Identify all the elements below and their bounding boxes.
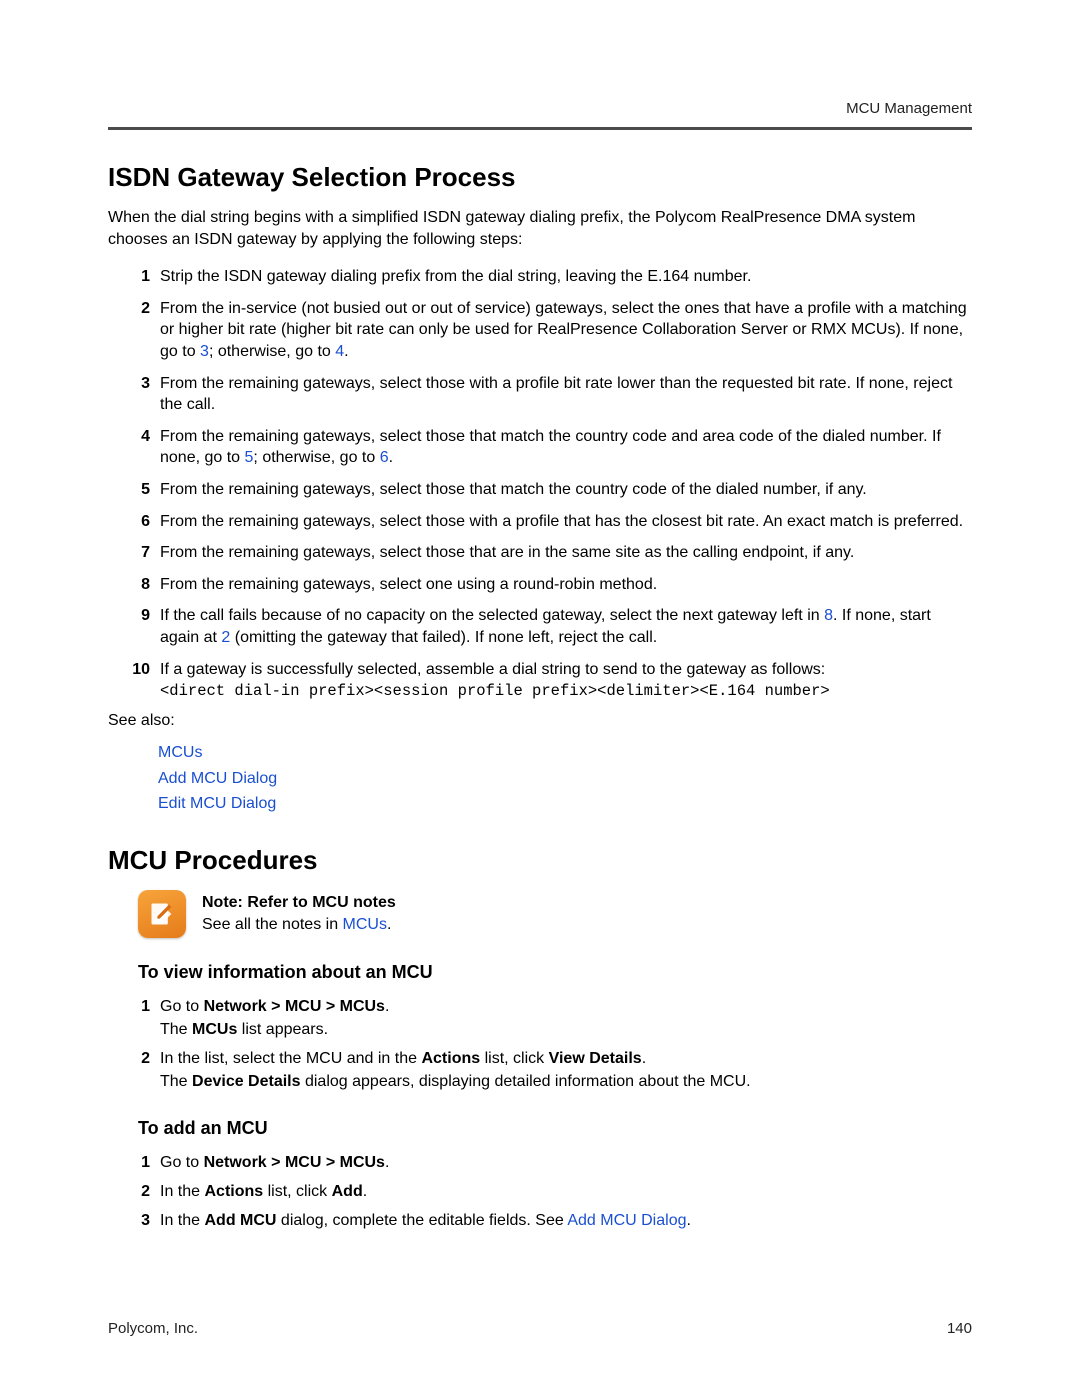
isdn-intro: When the dial string begins with a simpl…: [108, 207, 972, 250]
add-mcu-steps: 1Go to Network > MCU > MCUs. 2In the Act…: [108, 1151, 972, 1233]
note-icon: [138, 890, 186, 938]
step-text: From the remaining gateways, select thos…: [160, 426, 972, 469]
list-item: 6From the remaining gateways, select tho…: [108, 511, 972, 533]
add-mcu-dialog-link[interactable]: Add MCU Dialog: [567, 1212, 686, 1229]
step-crossref-link[interactable]: 3: [200, 343, 209, 360]
add-mcu-title: To add an MCU: [138, 1118, 972, 1139]
footer-company: Polycom, Inc.: [108, 1320, 198, 1337]
step-text: From the remaining gateways, select thos…: [160, 542, 972, 564]
note-body: See all the notes in MCUs.: [202, 914, 396, 936]
code-snippet: <direct dial-in prefix><session profile …: [160, 682, 830, 700]
list-item: 5From the remaining gateways, select tho…: [108, 479, 972, 501]
note-text: Note: Refer to MCU notes See all the not…: [202, 890, 396, 937]
note-title: Note: Refer to MCU notes: [202, 892, 396, 914]
see-also-label: See also:: [108, 712, 972, 730]
list-item: 4From the remaining gateways, select tho…: [108, 426, 972, 469]
step-text: Strip the ISDN gateway dialing prefix fr…: [160, 266, 972, 288]
step-text: Go to Network > MCU > MCUs.: [160, 1151, 972, 1174]
step-text: If a gateway is successfully selected, a…: [160, 659, 972, 703]
list-item: 3In the Add MCU dialog, complete the edi…: [108, 1209, 972, 1232]
list-item: 1Go to Network > MCU > MCUs.: [108, 1151, 972, 1174]
step-crossref-link[interactable]: 6: [380, 449, 389, 466]
view-mcu-title: To view information about an MCU: [138, 962, 972, 983]
see-also-link-add-mcu[interactable]: Add MCU Dialog: [158, 766, 972, 792]
step-text: From the remaining gateways, select thos…: [160, 373, 972, 416]
step-text: From the in-service (not busied out or o…: [160, 298, 972, 363]
list-item: 1Strip the ISDN gateway dialing prefix f…: [108, 266, 972, 288]
list-item: 10If a gateway is successfully selected,…: [108, 659, 972, 703]
list-item: 1Go to Network > MCU > MCUs.The MCUs lis…: [108, 995, 972, 1041]
footer-page-number: 140: [947, 1320, 972, 1337]
note-link-mcus[interactable]: MCUs: [343, 916, 387, 933]
isdn-steps-list: 1Strip the ISDN gateway dialing prefix f…: [108, 266, 972, 702]
step-text: Go to Network > MCU > MCUs.The MCUs list…: [160, 995, 972, 1041]
header-section-label: MCU Management: [846, 100, 972, 117]
view-mcu-steps: 1Go to Network > MCU > MCUs.The MCUs lis…: [108, 995, 972, 1094]
list-item: 9If the call fails because of no capacit…: [108, 605, 972, 648]
step-text: From the remaining gateways, select thos…: [160, 479, 972, 501]
see-also-link-mcus[interactable]: MCUs: [158, 740, 972, 766]
step-text: In the list, select the MCU and in the A…: [160, 1047, 972, 1093]
procedures-title: MCU Procedures: [108, 845, 972, 876]
list-item: 8From the remaining gateways, select one…: [108, 574, 972, 596]
step-crossref-link[interactable]: 2: [221, 629, 230, 646]
see-also-links: MCUs Add MCU Dialog Edit MCU Dialog: [158, 740, 972, 817]
document-page: MCU Management ISDN Gateway Selection Pr…: [0, 0, 1080, 1397]
list-item: 3From the remaining gateways, select tho…: [108, 373, 972, 416]
note-box: Note: Refer to MCU notes See all the not…: [138, 890, 972, 938]
see-also-link-edit-mcu[interactable]: Edit MCU Dialog: [158, 791, 972, 817]
step-crossref-link[interactable]: 8: [824, 607, 833, 624]
page-footer: Polycom, Inc. 140: [108, 1320, 972, 1337]
step-text: In the Add MCU dialog, complete the edit…: [160, 1209, 972, 1232]
list-item: 2In the Actions list, click Add.: [108, 1180, 972, 1203]
step-text: In the Actions list, click Add.: [160, 1180, 972, 1203]
list-item: 2In the list, select the MCU and in the …: [108, 1047, 972, 1093]
list-item: 2From the in-service (not busied out or …: [108, 298, 972, 363]
step-text: If the call fails because of no capacity…: [160, 605, 972, 648]
header-bar: MCU Management: [108, 100, 972, 130]
step-text: From the remaining gateways, select thos…: [160, 511, 972, 533]
isdn-title: ISDN Gateway Selection Process: [108, 162, 972, 193]
step-text: From the remaining gateways, select one …: [160, 574, 972, 596]
list-item: 7From the remaining gateways, select tho…: [108, 542, 972, 564]
pencil-note-icon: [148, 900, 176, 928]
step-crossref-link[interactable]: 4: [335, 343, 344, 360]
